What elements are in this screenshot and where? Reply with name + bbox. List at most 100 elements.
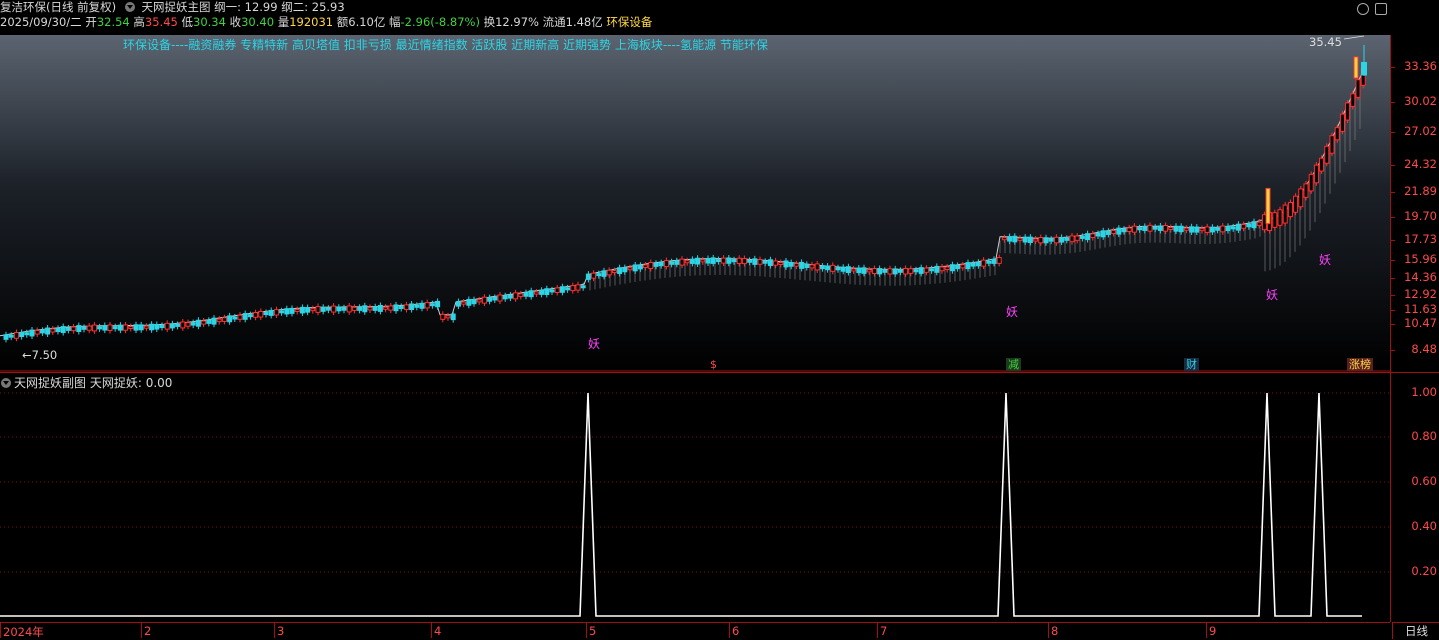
turnover-label: 换 <box>483 15 496 29</box>
candle-body <box>549 289 555 293</box>
candle-body <box>565 287 571 291</box>
candle-body <box>1329 135 1335 154</box>
candle-body <box>1303 183 1309 198</box>
candle-body <box>1038 237 1044 244</box>
sub-tick-label: 0.60 <box>1411 474 1437 488</box>
candle-body <box>24 332 30 336</box>
candle-body <box>91 324 97 332</box>
candle-body <box>913 269 919 273</box>
candle-body <box>929 268 935 272</box>
candle-body <box>1069 235 1075 243</box>
candle-body <box>263 312 269 316</box>
candle-body <box>123 324 129 331</box>
candle-body <box>1319 157 1325 172</box>
candle-body <box>1137 227 1143 231</box>
price-tick <box>1391 217 1395 218</box>
candle-body <box>695 257 701 265</box>
candle-body <box>487 297 493 302</box>
candle-body <box>601 270 607 277</box>
candle-body <box>107 324 113 332</box>
candle-body <box>757 259 763 265</box>
candle-body <box>294 309 300 313</box>
candle-body <box>1142 225 1148 231</box>
candle-body <box>60 326 66 334</box>
candle-body <box>975 261 981 267</box>
stock-title[interactable]: 复洁环保(日线 前复权) <box>0 0 116 14</box>
x-tick <box>141 623 142 638</box>
candle-body <box>461 301 467 305</box>
high-price-mark: 35.45 <box>1309 35 1342 49</box>
candle-body <box>653 262 659 267</box>
candle-body <box>247 314 253 318</box>
price-tick-label: 8.48 <box>1411 342 1437 356</box>
event-tag-cai[interactable]: 财 <box>1184 358 1199 371</box>
x-tick-label: 9 <box>1209 624 1217 638</box>
candle-body <box>388 305 394 311</box>
candle-body <box>851 268 857 272</box>
candle-body <box>840 266 846 272</box>
open-label: 开 <box>85 15 97 29</box>
param1-value: 12.99 <box>244 0 278 14</box>
x-tick-label: 3 <box>277 624 285 638</box>
float-label: 流通 <box>542 15 566 29</box>
candle-body <box>383 306 389 310</box>
candle-body <box>939 266 945 272</box>
sub-indicator-chart[interactable] <box>0 374 1390 620</box>
candle-body <box>923 267 929 273</box>
param1-label: 纲一: <box>214 0 241 14</box>
event-tag-zhangbang[interactable]: 涨榜 <box>1347 358 1373 371</box>
candle-body <box>1100 230 1106 238</box>
candle-body <box>175 323 181 327</box>
candle-body <box>1126 227 1132 232</box>
candle-body <box>403 304 409 310</box>
main-indicator-name[interactable]: 天网捉妖主图 <box>141 0 210 14</box>
x-tick-label: 8 <box>1051 624 1059 638</box>
event-tag-jian[interactable]: 减 <box>1006 358 1021 371</box>
price-tick-label: 33.36 <box>1404 59 1437 73</box>
period-selector[interactable]: 日线 <box>1392 622 1439 639</box>
candle-body <box>409 303 415 311</box>
candle-body <box>1194 226 1200 233</box>
x-tick-label: 5 <box>589 624 597 638</box>
candle-body <box>1355 79 1361 98</box>
candle-body <box>1157 225 1163 231</box>
candle-body <box>39 329 45 334</box>
candle-body <box>1199 228 1205 232</box>
sub-tick-label: 0.80 <box>1411 429 1437 443</box>
candle-body <box>570 285 576 292</box>
candle-body <box>65 327 71 331</box>
main-kline-chart[interactable] <box>0 35 1390 372</box>
concept-tags: 环保设备----融资融券 专精特新 高贝塔值 扣非亏损 最近情绪指数 活跃股 近… <box>123 38 768 52</box>
price-tick-label: 19.70 <box>1404 209 1437 223</box>
candle-body <box>471 299 477 305</box>
maximize-icon[interactable] <box>1375 3 1387 15</box>
candle-body <box>34 329 40 335</box>
candle-body <box>221 317 227 322</box>
price-tick-label: 15.96 <box>1404 252 1437 266</box>
x-tick <box>0 623 1 638</box>
main-price-axis: 33.36 30.02 27.02 24.32 21.89 19.70 17.73 15.96… <box>1391 35 1439 372</box>
price-tick-label: 21.89 <box>1404 184 1437 198</box>
amount-value: 6.10亿 <box>348 15 386 29</box>
candle-body <box>986 260 992 264</box>
candle-body <box>559 286 565 293</box>
candle-body <box>50 328 56 333</box>
candle-body <box>1189 226 1195 233</box>
chevron-down-icon[interactable] <box>124 2 135 12</box>
candle-body <box>320 306 326 312</box>
candle-body <box>684 260 690 264</box>
candle-body <box>1204 226 1210 233</box>
candle-body <box>648 262 654 270</box>
sector-name[interactable]: 环保设备 <box>606 15 652 29</box>
pane-divider <box>0 372 1439 373</box>
candle-body <box>523 292 529 297</box>
event-tag-s[interactable]: $ <box>708 358 719 371</box>
minimize-icon[interactable] <box>1357 3 1369 15</box>
candle-body <box>773 260 779 266</box>
candle-body <box>357 306 363 311</box>
candle-body <box>830 264 836 272</box>
low-label: 低 <box>181 15 194 29</box>
candle-body <box>315 306 321 313</box>
candle-body <box>227 315 233 323</box>
candle-body <box>1183 227 1189 231</box>
